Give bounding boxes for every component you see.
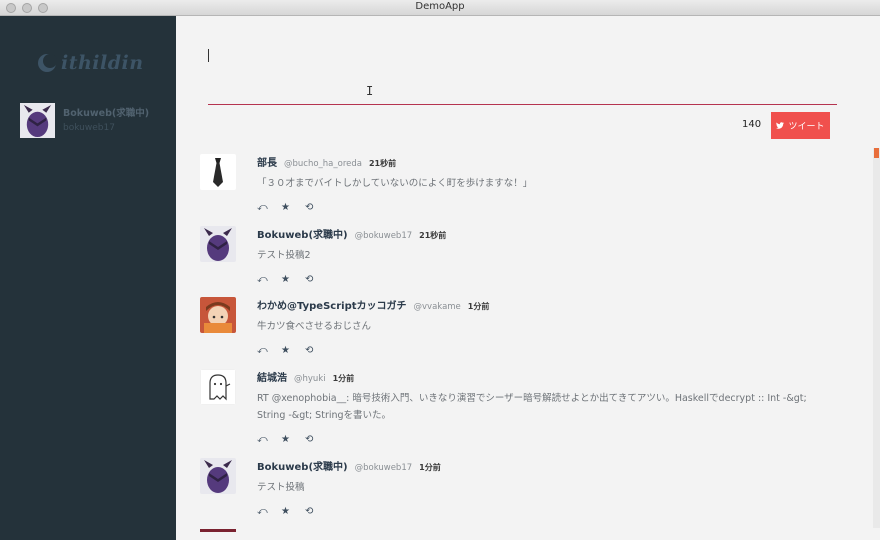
tweet-timestamp: 1分前 — [419, 463, 441, 472]
window-titlebar: DemoApp — [0, 0, 880, 16]
tweet-author-handle[interactable]: @bucho_ha_oreda — [284, 159, 362, 169]
reply-icon[interactable]: ⤺ — [257, 274, 281, 285]
retweet-icon[interactable]: ⟲ — [305, 345, 329, 356]
account-handle: bokuweb17 — [63, 123, 115, 133]
tweet-compose-input[interactable]: I — [208, 46, 837, 105]
tweet-author-name[interactable]: Bokuweb(求職中) — [257, 226, 348, 241]
devil-avatar-icon — [200, 458, 236, 494]
tweet-text: 「３０才までバイトしかしていないのによく町を歩けますな！」 — [257, 178, 533, 189]
tweet-button-label: ツイート — [788, 122, 825, 132]
tweet-text: テスト投稿 — [257, 482, 305, 493]
retweet-icon[interactable]: ⟲ — [305, 506, 329, 517]
tweet-author-handle[interactable]: @bokuweb17 — [355, 231, 413, 241]
ghost-avatar-icon — [200, 369, 236, 405]
tweet-author-name[interactable]: わかめ@TypeScriptカッコガチ — [257, 297, 407, 312]
reply-icon[interactable]: ⤺ — [257, 434, 281, 445]
tweet-button[interactable]: ツイート — [771, 112, 830, 139]
favorite-icon[interactable]: ★ — [281, 202, 305, 213]
ibeam-cursor-icon: I — [366, 84, 374, 98]
retweet-icon[interactable]: ⟲ — [305, 202, 329, 213]
tweet-text: RT @xenophobia__: 暗号技術入門、いきなり演習でシーザー暗号解読… — [257, 393, 807, 421]
retweet-icon[interactable]: ⟲ — [305, 274, 329, 285]
tweet-text: 牛カツ食べさせるおじさん — [257, 321, 372, 332]
tweet-timestamp: 1分前 — [332, 374, 355, 383]
tweet-author-handle[interactable]: @bokuweb17 — [355, 463, 413, 473]
text-caret — [208, 49, 209, 62]
favorite-icon[interactable]: ★ — [281, 434, 305, 445]
scrollbar-thumb[interactable] — [874, 148, 879, 158]
tweet-author-name[interactable]: Bokuweb(求職中) — [257, 458, 348, 473]
tweet-timestamp: 1分前 — [467, 302, 490, 311]
tweet-text: テスト投稿2 — [257, 250, 311, 261]
devil-avatar-icon — [20, 103, 55, 138]
retweet-icon[interactable]: ⟲ — [305, 434, 329, 445]
account-item[interactable]: Bokuweb(求職中) bokuweb17 — [20, 103, 149, 138]
tweet-author-handle[interactable]: @vvakame — [414, 302, 461, 312]
char-counter: 140 — [742, 119, 762, 130]
main-panel: I 140 ツイート 部長 @bucho_ha_oreda 21秒前 「３０才ま… — [176, 16, 880, 540]
partial-avatar — [200, 529, 236, 532]
twitter-bird-icon — [776, 122, 785, 129]
window-title: DemoApp — [415, 1, 465, 12]
favorite-icon[interactable]: ★ — [281, 274, 305, 285]
reply-icon[interactable]: ⤺ — [257, 345, 281, 356]
sidebar: ithildin Bokuweb(求職中) bokuweb17 — [0, 16, 176, 540]
anime-avatar-icon — [200, 297, 236, 333]
app-logo: ithildin — [37, 51, 144, 75]
favorite-icon[interactable]: ★ — [281, 506, 305, 517]
tweet-author-name[interactable]: 部長 — [257, 154, 277, 169]
tweet-author-name[interactable]: 結城浩 — [257, 369, 287, 384]
tweet-timestamp: 21秒前 — [368, 159, 397, 168]
tweet-timestamp: 21秒前 — [419, 231, 447, 240]
tweet-author-handle[interactable]: @hyuki — [294, 374, 326, 384]
logo-text: ithildin — [61, 52, 144, 74]
devil-avatar-icon — [200, 226, 236, 262]
necktie-avatar-icon — [200, 154, 236, 190]
reply-icon[interactable]: ⤺ — [257, 202, 281, 213]
account-name: Bokuweb(求職中) — [63, 108, 150, 119]
moon-logo-icon — [38, 54, 57, 72]
favorite-icon[interactable]: ★ — [281, 345, 305, 356]
reply-icon[interactable]: ⤺ — [257, 506, 281, 517]
timeline-scrollbar[interactable] — [873, 148, 880, 528]
